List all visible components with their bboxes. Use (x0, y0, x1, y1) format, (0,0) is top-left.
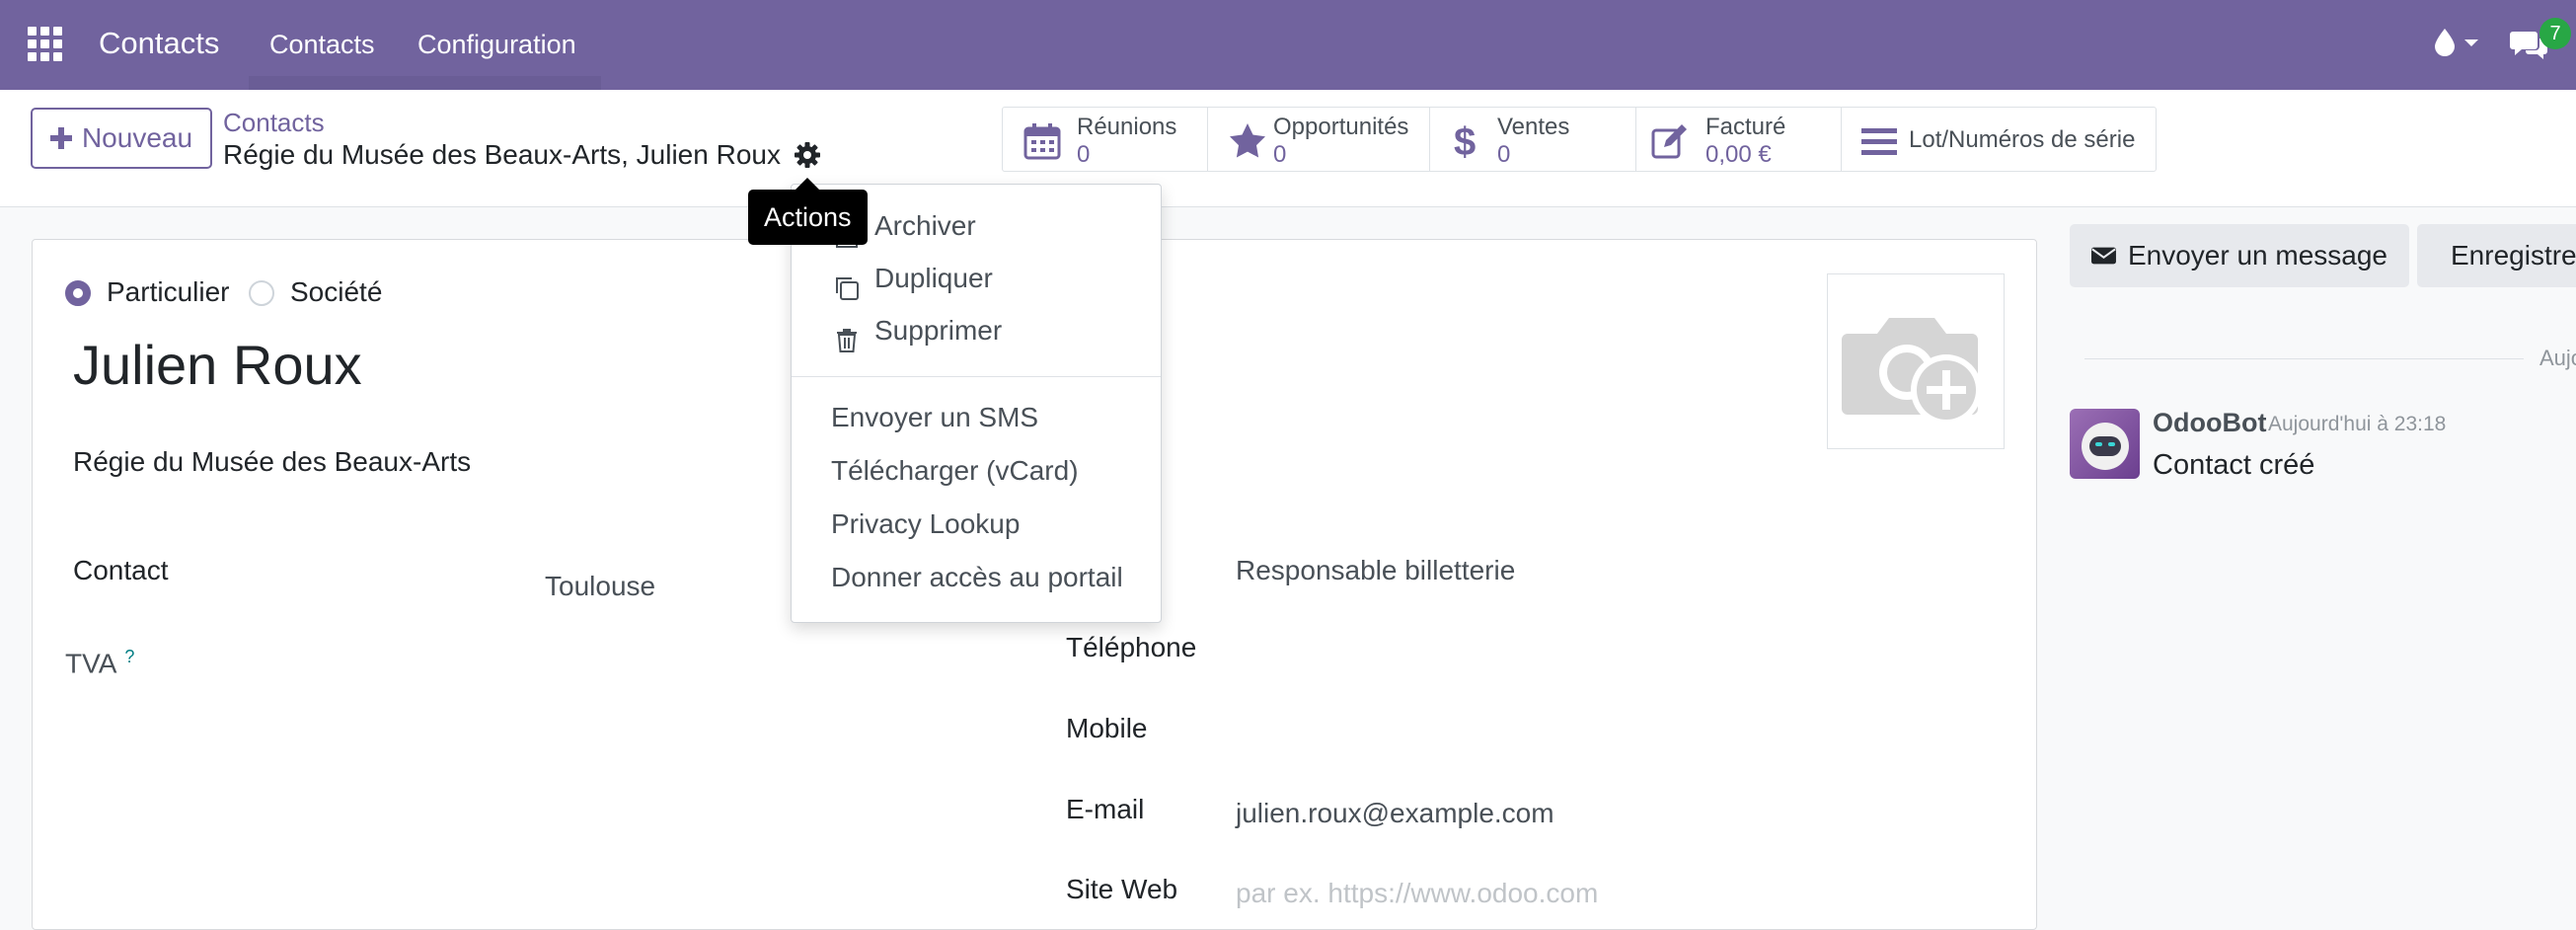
vat-label: TVA? (65, 647, 134, 679)
radio-individual[interactable] (65, 280, 91, 306)
activity-drop-icon[interactable] (2431, 26, 2480, 64)
smart-buttons: Réunions 0 Opportunités 0 $ Ventes 0 Fac… (1002, 107, 2157, 172)
company-field[interactable]: Régie du Musée des Beaux-Arts (73, 446, 471, 478)
new-button[interactable]: Nouveau (31, 108, 212, 169)
breadcrumb-current: Régie du Musée des Beaux-Arts, Julien Ro… (223, 139, 781, 170)
control-panel: Nouveau Contacts Régie du Musée des Beau… (0, 90, 2576, 207)
menu-divider (792, 376, 1161, 377)
trash-icon (837, 329, 857, 352)
menu-contacts[interactable]: Contacts (269, 30, 375, 60)
menu-item-duplicate[interactable]: Dupliquer (874, 263, 993, 294)
smart-button-label: Opportunités (1273, 114, 1409, 140)
mobile-label: Mobile (1066, 713, 1148, 743)
radio-individual-label[interactable]: Particulier (107, 276, 229, 308)
gear-icon[interactable] (793, 140, 822, 170)
website-field[interactable]: par ex. https://www.odoo.com (1236, 878, 1598, 909)
menu-configuration[interactable]: Configuration (417, 30, 576, 60)
odoobot-avatar[interactable] (2070, 409, 2140, 479)
smart-button-opportunities[interactable]: Opportunités 0 (1208, 108, 1430, 171)
message-author[interactable]: OdooBot (2153, 408, 2266, 438)
top-navbar: Contacts Contacts Configuration 7 (0, 0, 2576, 90)
app-brand[interactable]: Contacts (99, 26, 219, 61)
envelope-icon (2091, 247, 2116, 265)
plus-icon (49, 127, 72, 149)
robot-icon (2082, 423, 2129, 470)
email-field[interactable]: julien.roux@example.com (1236, 798, 1554, 829)
message-body: Contact créé (2153, 449, 2315, 481)
dollar-icon: $ (1454, 121, 1476, 161)
smart-button-label: Réunions (1077, 114, 1177, 140)
menu-underline (249, 76, 601, 90)
new-button-label: Nouveau (81, 122, 193, 153)
smart-button-invoiced[interactable]: Facturé 0,00 € (1636, 108, 1842, 171)
breadcrumb-parent[interactable]: Contacts (223, 108, 325, 138)
contact-image-upload[interactable] (1827, 273, 2005, 449)
actions-tooltip: Actions (748, 178, 868, 245)
smart-button-sales[interactable]: $ Ventes 0 (1430, 108, 1636, 171)
menu-item-portal-access[interactable]: Donner accès au portail (831, 562, 1123, 593)
smart-button-value: 0 (1273, 141, 1287, 168)
smart-button-lots[interactable]: Lot/Numéros de série (1842, 108, 2156, 171)
log-note-label: Enregistrer une note (2451, 240, 2576, 271)
camera-plus-icon (1842, 318, 1982, 426)
email-label: E-mail (1066, 794, 1145, 824)
messages-count-badge: 7 (2539, 18, 2571, 49)
radio-company-label[interactable]: Société (290, 276, 382, 308)
smart-button-value: 0 (1497, 141, 1511, 168)
smart-button-label: Ventes (1497, 114, 1570, 140)
job-position-field[interactable]: Responsable billetterie (1236, 555, 1515, 586)
smart-button-value: 0,00 € (1705, 141, 1772, 168)
star-icon (1230, 123, 1265, 158)
menu-item-archive[interactable]: Archiver (874, 210, 976, 242)
svg-text:$: $ (1454, 121, 1476, 161)
menu-item-delete[interactable]: Supprimer (874, 315, 1002, 347)
menu-item-send-sms[interactable]: Envoyer un SMS (831, 402, 1038, 433)
vat-label-text: TVA (65, 648, 117, 679)
calendar-icon (1023, 123, 1061, 160)
today-divider (2084, 358, 2524, 359)
smart-button-label: Facturé (1705, 114, 1786, 140)
message-date: Aujourd'hui à 23:18 (2268, 413, 2447, 435)
log-note-button[interactable]: Enregistrer une note (2417, 224, 2576, 287)
address-label: Contact (73, 555, 169, 585)
list-icon (1861, 128, 1897, 155)
radio-company[interactable] (249, 280, 274, 306)
today-label: Aujourd'hui (2539, 346, 2576, 370)
edit-icon (1651, 124, 1687, 159)
website-label: Site Web (1066, 874, 1178, 904)
menu-item-privacy-lookup[interactable]: Privacy Lookup (831, 508, 1020, 540)
city-field[interactable]: Toulouse (545, 571, 655, 602)
actions-dropdown-menu: Archiver Dupliquer Supprimer Envoyer un … (791, 184, 1162, 623)
apps-grid-icon[interactable] (28, 27, 63, 62)
copy-icon (836, 277, 859, 300)
menu-item-download-vcard[interactable]: Télécharger (vCard) (831, 455, 1079, 487)
phone-label: Téléphone (1066, 632, 1197, 662)
vat-help-icon[interactable]: ? (124, 647, 134, 666)
send-message-button[interactable]: Envoyer un message (2070, 224, 2409, 287)
smart-button-value: 0 (1077, 141, 1091, 168)
send-message-label: Envoyer un message (2127, 240, 2387, 271)
smart-button-meetings[interactable]: Réunions 0 (1003, 108, 1208, 171)
contact-name[interactable]: Julien Roux (73, 333, 362, 397)
smart-button-label: Lot/Numéros de série (1909, 126, 2136, 153)
